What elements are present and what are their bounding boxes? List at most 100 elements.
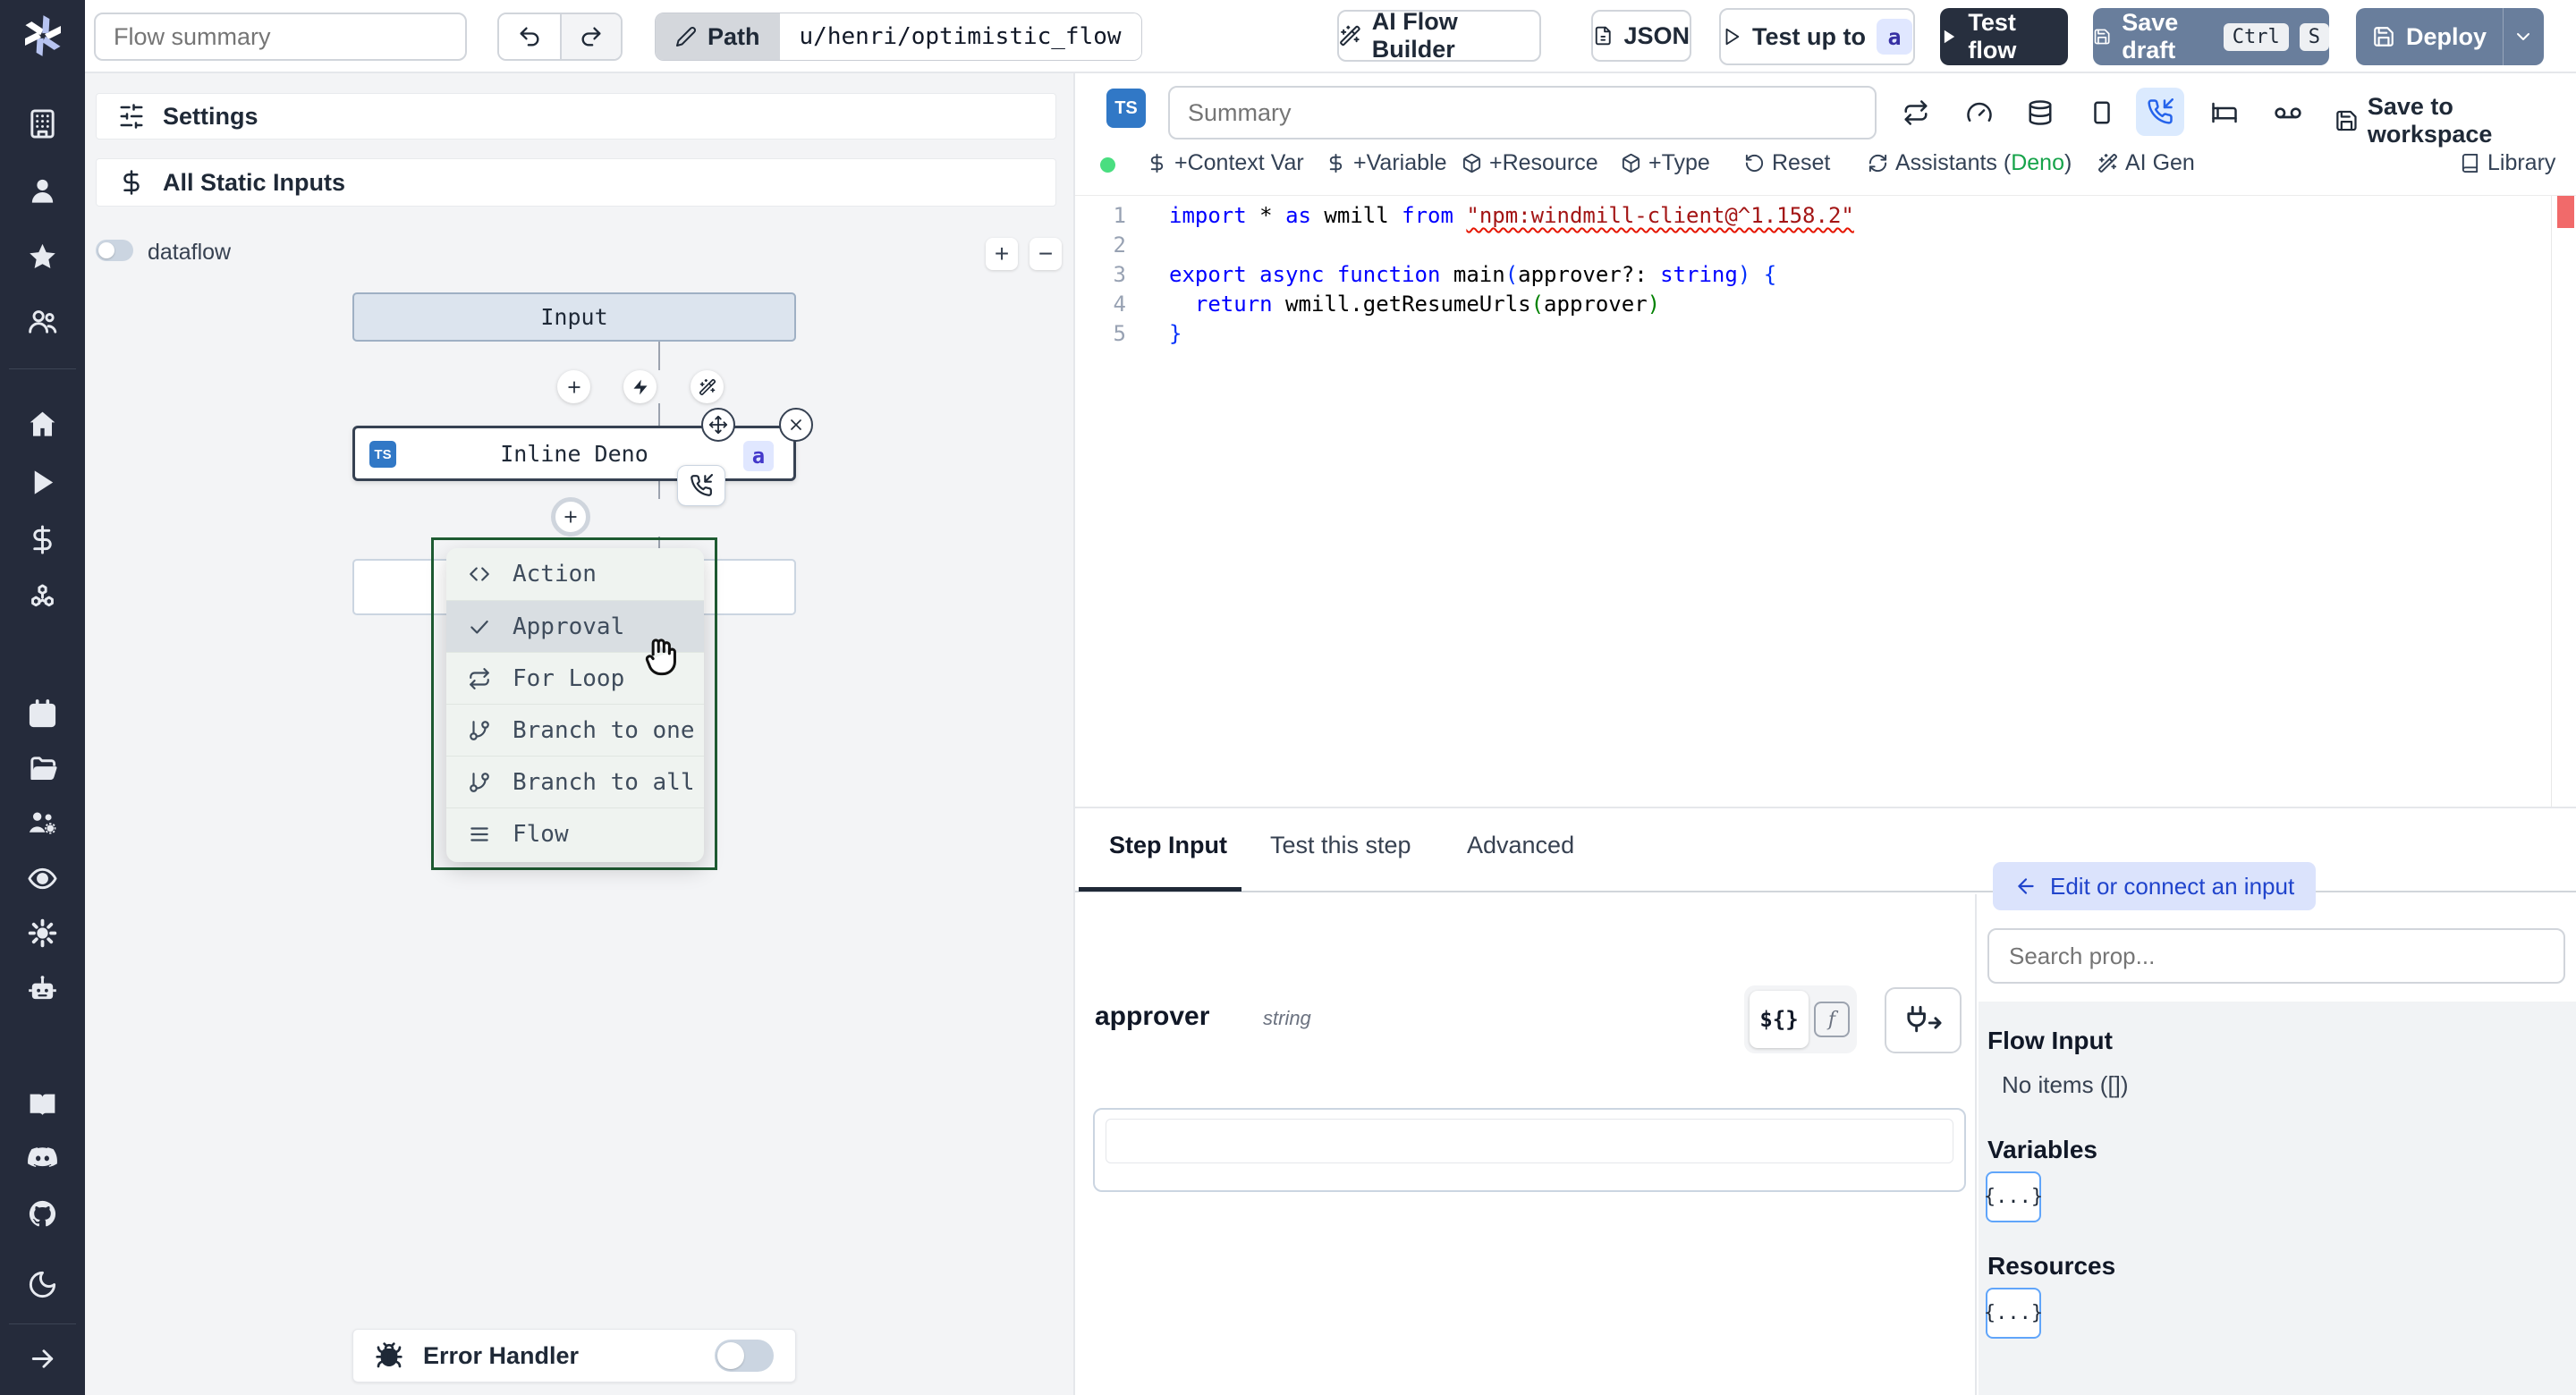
left-sidebar	[0, 0, 85, 1395]
add-context-var-button[interactable]: +Context Var	[1147, 150, 1304, 176]
workers-bot-icon[interactable]	[27, 973, 58, 1004]
folders-icon[interactable]	[27, 753, 58, 784]
code-line[interactable]: 3 export async function main(approver?: s…	[1093, 260, 2540, 290]
trigger-zap-button[interactable]	[623, 370, 657, 403]
step-summary-input[interactable]	[1168, 86, 1877, 140]
dark-mode-moon-icon[interactable]	[27, 1269, 58, 1300]
save-to-workspace-button[interactable]: Save to workspace	[2334, 93, 2576, 148]
dataflow-toggle[interactable]	[96, 240, 133, 261]
check-icon	[468, 615, 491, 638]
error-handler-toggle[interactable]	[715, 1340, 774, 1372]
add-resource-button[interactable]: +Resource	[1462, 150, 1598, 176]
expand-sidebar-arrow-icon[interactable]	[27, 1343, 58, 1374]
plus-icon	[562, 508, 580, 526]
dollar-icon	[118, 169, 145, 196]
reset-button[interactable]: Reset	[1744, 150, 1830, 176]
move-step-handle[interactable]	[701, 408, 735, 442]
tab-advanced[interactable]: Advanced	[1467, 832, 1574, 859]
code-editor[interactable]: 1 import * as wmill from "npm:windmill-cl…	[1075, 195, 2576, 807]
flow-summary-input[interactable]	[94, 13, 467, 61]
fn-mode-button[interactable]: f	[1814, 1002, 1850, 1037]
schedules-calendar-icon[interactable]	[27, 698, 58, 730]
audit-logs-eye-icon[interactable]	[27, 863, 58, 894]
field-value-input[interactable]	[1106, 1119, 1953, 1163]
early-stop-gauge-icon[interactable]	[1966, 99, 1993, 126]
home-icon[interactable]	[27, 409, 58, 440]
workspace-icon[interactable]	[27, 108, 58, 140]
redo-button[interactable]	[560, 14, 621, 59]
favorites-star-icon[interactable]	[27, 241, 58, 273]
code-line[interactable]: 1 import * as wmill from "npm:windmill-cl…	[1093, 201, 2540, 231]
line-number: 1	[1113, 203, 1126, 228]
connect-input-plug-button[interactable]	[1885, 987, 1962, 1053]
settings-gear-icon[interactable]	[27, 917, 58, 949]
zoom-in-button[interactable]: +	[986, 238, 1018, 270]
insert-step-plus-button[interactable]	[557, 370, 590, 403]
sleep-bed-icon[interactable]	[2211, 99, 2238, 126]
insert-step-menu-outline: Action Approval For Loop Branch to one Branc…	[431, 537, 717, 870]
github-icon[interactable]	[27, 1198, 58, 1230]
path-value-input[interactable]: u/henri/optimistic_flow	[779, 13, 1141, 60]
library-button[interactable]: Library	[2460, 150, 2555, 176]
code-line[interactable]: 4 return wmill.getResumeUrls(approver)	[1093, 290, 2540, 319]
all-static-inputs-row[interactable]: All Static Inputs	[96, 158, 1056, 207]
insert-step-menu: Action Approval For Loop Branch to one Branc…	[446, 548, 704, 862]
tab-step-input[interactable]: Step Input	[1109, 832, 1227, 859]
windmill-logo[interactable]	[20, 13, 66, 59]
variables-dollar-icon[interactable]	[27, 524, 58, 555]
play-icon	[1722, 27, 1741, 46]
ai-wand-button[interactable]	[691, 370, 724, 403]
user-icon[interactable]	[27, 175, 58, 207]
delete-step-button[interactable]	[779, 408, 813, 442]
users-icon[interactable]	[27, 306, 58, 337]
edge	[658, 342, 660, 370]
deploy-button[interactable]: Deploy	[2356, 8, 2503, 65]
flow-settings-row[interactable]: Settings	[96, 93, 1056, 140]
flow-input-node[interactable]: Input	[352, 292, 796, 342]
resources-boxes-icon[interactable]	[27, 583, 58, 614]
code-line[interactable]: 5}	[1093, 319, 2540, 349]
retries-icon[interactable]	[1902, 99, 1929, 126]
docs-book-icon[interactable]	[27, 1088, 58, 1120]
test-flow-button[interactable]: Test flow	[1940, 8, 2068, 65]
divider	[9, 1323, 76, 1324]
cache-database-icon[interactable]	[2027, 99, 2054, 126]
runs-play-icon[interactable]	[27, 467, 58, 498]
path-button[interactable]: Path	[656, 13, 780, 60]
mock-square-icon[interactable]	[2089, 99, 2115, 126]
error-handler-node[interactable]: Error Handler	[352, 1329, 796, 1382]
variables-expand-chip[interactable]: {...}	[1984, 1171, 2043, 1222]
search-prop-input[interactable]	[1987, 928, 2565, 984]
menu-item-branch-to-all[interactable]: Branch to all	[446, 756, 704, 807]
save-draft-button[interactable]: Save draft Ctrl S	[2093, 8, 2329, 65]
groups-users-gear-icon[interactable]	[27, 807, 58, 839]
zoom-out-button[interactable]: −	[1030, 238, 1062, 270]
lifetime-voicemail-icon[interactable]	[2274, 99, 2302, 128]
test-up-to-label: Test up to	[1752, 22, 1866, 50]
assistants-button[interactable]: Assistants (Deno)	[1868, 150, 2072, 176]
suspend-approval-button-active[interactable]	[2136, 88, 2184, 136]
field-name: approver	[1095, 1002, 1210, 1031]
insert-step-plus-button-active[interactable]	[551, 497, 590, 537]
tab-test-this-step[interactable]: Test this step	[1270, 832, 1411, 859]
deploy-dropdown-button[interactable]	[2504, 8, 2544, 65]
ai-gen-button[interactable]: AI Gen	[2097, 150, 2195, 176]
menu-item-label: Approval	[513, 613, 625, 640]
json-button[interactable]: JSON	[1591, 10, 1691, 62]
phone-incoming-icon	[690, 474, 713, 497]
add-variable-button[interactable]: +Variable	[1326, 150, 1446, 176]
test-up-to-button[interactable]: Test up to a	[1719, 8, 1915, 65]
edit-or-connect-button[interactable]: Edit or connect an input	[1993, 862, 2317, 910]
book-icon	[2460, 153, 2480, 173]
discord-icon[interactable]	[27, 1143, 58, 1174]
code-line[interactable]: 2	[1093, 231, 2540, 260]
undo-button[interactable]	[499, 14, 560, 59]
expr-mode-button[interactable]: ${}	[1750, 991, 1809, 1048]
menu-item-flow[interactable]: Flow	[446, 807, 704, 859]
redo-icon	[579, 24, 604, 49]
resources-expand-chip[interactable]: {...}	[1984, 1288, 2043, 1339]
menu-item-action[interactable]: Action	[446, 548, 704, 600]
menu-item-branch-to-one[interactable]: Branch to one	[446, 704, 704, 756]
add-type-button[interactable]: +Type	[1621, 150, 1710, 176]
ai-flow-builder-button[interactable]: AI Flow Builder	[1337, 8, 1541, 63]
